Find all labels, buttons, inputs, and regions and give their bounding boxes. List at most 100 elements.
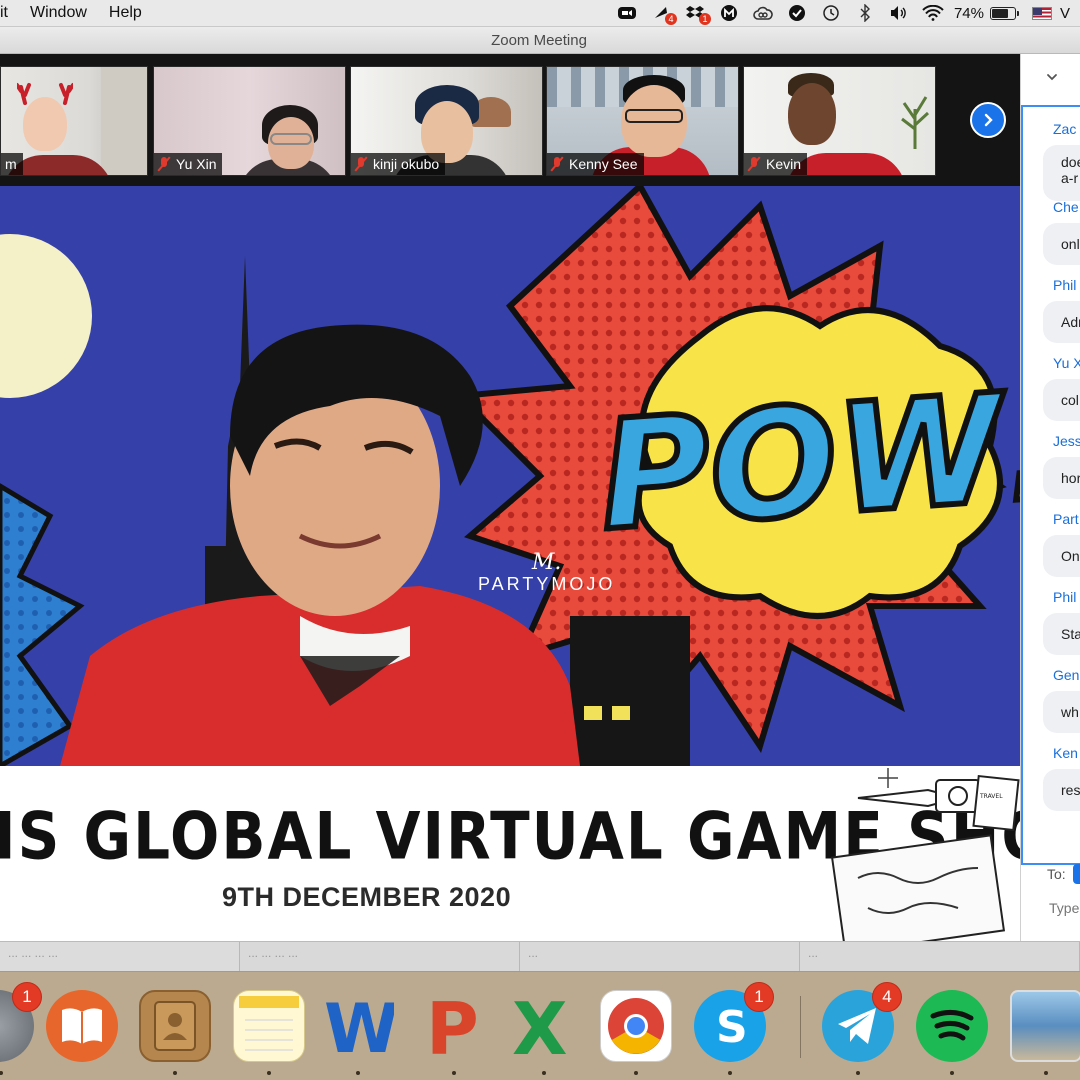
chat-message-text: col bbox=[1061, 392, 1079, 408]
spotify-icon[interactable] bbox=[916, 990, 988, 1062]
participant-name: Yu Xin bbox=[176, 156, 217, 172]
chat-sender-name: Part bbox=[1053, 511, 1079, 527]
partymojo-logo: M. PARTYMOJO bbox=[478, 552, 615, 595]
background-tab[interactable]: ... ... ... ... bbox=[0, 942, 240, 972]
chat-message-text: onl bbox=[1061, 236, 1080, 252]
travel-stamp: TRAVEL bbox=[979, 793, 1003, 800]
app-badge: 1 bbox=[744, 982, 774, 1012]
chevron-right-icon bbox=[984, 113, 993, 127]
running-indicator bbox=[542, 1071, 546, 1075]
participant-name-label: kinji okubo bbox=[351, 153, 446, 175]
contacts-icon[interactable] bbox=[139, 990, 211, 1062]
participant-face bbox=[788, 83, 836, 145]
chat-bubble: res bbox=[1043, 769, 1080, 811]
running-indicator bbox=[950, 1071, 954, 1075]
participant-name-label: m bbox=[1, 153, 23, 175]
battery-percent: 74% bbox=[953, 4, 984, 22]
wifi-icon[interactable] bbox=[922, 3, 944, 23]
powerpoint-icon[interactable]: P bbox=[418, 990, 490, 1062]
participant-tile[interactable]: kinji okubo bbox=[350, 66, 543, 176]
background-window-tabs: ... ... ... ... ... ... ... ... ... ... bbox=[0, 941, 1080, 972]
chat-sender-name: Phil bbox=[1053, 589, 1077, 605]
chat-bubble: onl bbox=[1043, 223, 1080, 265]
participant-name-label: Kenny See bbox=[547, 153, 644, 175]
plant-decoration bbox=[900, 89, 930, 149]
participant-name-label: Kevin bbox=[744, 153, 808, 175]
macos-dock: 1 W P X S 1 4 bbox=[0, 971, 1080, 1080]
pow-text: POW! bbox=[594, 358, 1020, 564]
notification-badge: 4 bbox=[664, 13, 677, 25]
running-indicator bbox=[1044, 1071, 1048, 1075]
skype-icon[interactable]: S 1 bbox=[694, 982, 774, 1062]
background-tab[interactable]: ... bbox=[520, 942, 800, 972]
window-titlebar[interactable]: Zoom Meeting bbox=[0, 27, 1080, 54]
chat-sender-name: Gen bbox=[1053, 667, 1080, 683]
participant-name: Kevin bbox=[766, 156, 802, 172]
creative-cloud-icon[interactable] bbox=[752, 3, 774, 23]
running-indicator bbox=[267, 1071, 271, 1075]
preview-icon[interactable] bbox=[1010, 990, 1080, 1062]
menubar-user[interactable]: V bbox=[1060, 5, 1080, 22]
books-icon[interactable] bbox=[46, 990, 118, 1062]
chat-message-input[interactable] bbox=[1049, 900, 1080, 916]
chat-bubble: Sta bbox=[1043, 613, 1080, 655]
chat-message-text: hor bbox=[1061, 470, 1080, 486]
checkmark-shield-icon[interactable] bbox=[786, 3, 808, 23]
dock-separator bbox=[800, 996, 801, 1058]
chat-sender-name: Phil bbox=[1053, 277, 1077, 293]
game-show-banner: IS GLOBAL VIRTUAL GAME SHOW 9TH DECEMBER… bbox=[0, 766, 1020, 942]
menu-help[interactable]: Help bbox=[98, 0, 153, 26]
chat-recipient-dropdown[interactable] bbox=[1073, 864, 1080, 884]
window-title: Zoom Meeting bbox=[491, 31, 587, 49]
chat-message-text: Sta bbox=[1061, 626, 1080, 642]
banner-date: 9TH DECEMBER 2020 bbox=[222, 882, 512, 912]
running-indicator bbox=[856, 1071, 860, 1075]
chrome-icon[interactable] bbox=[600, 990, 672, 1062]
notes-icon[interactable] bbox=[233, 990, 305, 1062]
battery-fill bbox=[992, 8, 1008, 18]
logo-text: PARTYMOJO bbox=[478, 574, 616, 594]
system-preferences-icon[interactable]: 1 bbox=[0, 982, 42, 1062]
time-machine-icon[interactable] bbox=[820, 3, 842, 23]
chat-bubble: On bbox=[1043, 535, 1080, 577]
glasses-icon bbox=[270, 133, 312, 145]
chevron-down-icon[interactable] bbox=[1045, 70, 1059, 84]
next-page-button[interactable] bbox=[970, 102, 1006, 138]
background-tab[interactable]: ... ... ... ... bbox=[240, 942, 520, 972]
running-indicator bbox=[728, 1071, 732, 1075]
chat-message-text: On bbox=[1061, 548, 1080, 564]
chat-sender-name: Yu X bbox=[1053, 355, 1080, 371]
background-tab[interactable]: ... bbox=[800, 942, 1080, 972]
menu-edit[interactable]: it bbox=[0, 0, 19, 26]
app-badge: 4 bbox=[872, 982, 902, 1012]
chat-message-text: doe bbox=[1061, 154, 1080, 170]
bluetooth-icon[interactable] bbox=[854, 3, 876, 23]
menu-window[interactable]: Window bbox=[19, 0, 98, 26]
notification-icon[interactable]: 4 bbox=[650, 3, 677, 25]
chat-bubble: doea-r bbox=[1043, 145, 1080, 201]
us-flag-input-source-icon[interactable] bbox=[1032, 6, 1052, 20]
participant-tile[interactable]: m bbox=[0, 66, 148, 176]
participant-tile[interactable]: Kenny See bbox=[546, 66, 739, 176]
chat-message-list[interactable]: Zacdoea-rCheonlPhilAdrYu XcolJesshorPart… bbox=[1021, 105, 1080, 865]
svg-text:S: S bbox=[716, 1002, 748, 1050]
running-indicator bbox=[0, 1071, 3, 1075]
word-icon[interactable]: W bbox=[322, 990, 394, 1062]
participant-strip: m Yu Xin kinji okubo Kenny See Kevin bbox=[0, 54, 1020, 186]
zoom-icon[interactable] bbox=[616, 3, 638, 23]
chat-sender-name: Zac bbox=[1053, 121, 1077, 137]
chat-sender-name: Ken bbox=[1053, 745, 1078, 761]
dropbox-icon[interactable]: 1 bbox=[684, 3, 711, 25]
telegram-icon[interactable]: 4 bbox=[822, 982, 902, 1062]
reindeer-antlers-icon bbox=[15, 81, 75, 105]
participant-name: kinji okubo bbox=[373, 156, 440, 172]
macos-menubar: it Window Help 4 1 74% V bbox=[0, 0, 1080, 27]
excel-icon[interactable]: X bbox=[508, 990, 580, 1062]
participant-tile[interactable]: Kevin bbox=[743, 66, 936, 176]
volume-icon[interactable] bbox=[888, 3, 910, 23]
participant-tile[interactable]: Yu Xin bbox=[153, 66, 346, 176]
battery-icon[interactable] bbox=[990, 6, 1019, 20]
active-speaker-video[interactable]: POW! M. PARTYMOJO bbox=[0, 186, 1020, 766]
glasses-icon bbox=[625, 109, 683, 123]
m-app-icon[interactable] bbox=[718, 3, 740, 23]
